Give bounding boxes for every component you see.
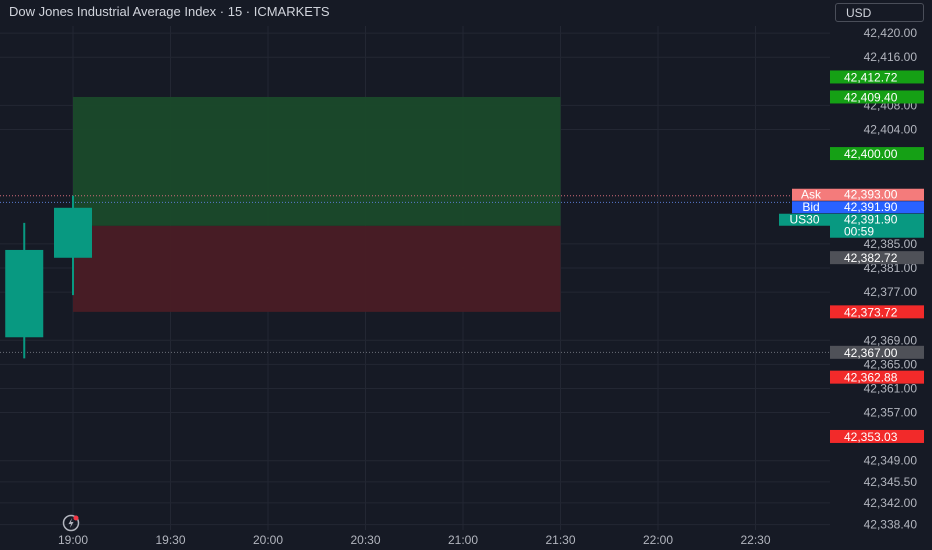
- y-tick-label: 42,420.00: [864, 26, 918, 40]
- price-tag: 42,353.03: [830, 429, 924, 444]
- x-tick-label: 19:30: [155, 533, 185, 547]
- candle-body: [54, 207, 92, 258]
- y-tick-label: 42,404.00: [864, 122, 918, 136]
- x-tick-label: 20:00: [253, 533, 283, 547]
- x-tick-label: 19:00: [58, 533, 88, 547]
- x-tick-label: 20:30: [350, 533, 380, 547]
- quote-tags: Ask 42,393.00Bid 42,391.90US30 42,391.9000:…: [779, 188, 924, 239]
- x-tick-label: 22:00: [643, 533, 673, 547]
- x-tick-label: 22:30: [740, 533, 770, 547]
- x-axis: 19:00 19:30 20:00 20:30 21:00 21:30 22:00 22:30: [58, 533, 771, 547]
- y-tick-label: 42,338.40: [864, 518, 918, 532]
- price-tag-label: 42,362.88: [844, 371, 898, 385]
- price-tag: 42,382.72: [830, 251, 924, 265]
- price-tag-label: 42,400.00: [844, 147, 898, 161]
- bar-countdown: 00:59: [844, 225, 874, 239]
- y-tick-label: 42,385.00: [864, 237, 918, 251]
- x-tick-label: 21:00: [448, 533, 478, 547]
- price-tag: 42,412.72: [830, 70, 924, 84]
- lightning-icon[interactable]: [62, 514, 80, 532]
- y-tick-label: 42,345.50: [864, 475, 918, 489]
- price-tag: 42,373.72: [830, 305, 924, 319]
- price-tag: 42,400.00: [830, 147, 924, 161]
- symbol-label: US30: [789, 213, 819, 227]
- price-tag-label: 42,353.03: [844, 430, 898, 444]
- price-tag: 42,409.40: [830, 90, 924, 104]
- price-tag-label: 42,412.72: [844, 70, 898, 84]
- candle-body: [5, 249, 44, 338]
- price-tag-label: 42,367.00: [844, 346, 898, 360]
- x-tick-label: 21:30: [545, 533, 575, 547]
- price-tag-label: 42,409.40: [844, 90, 898, 104]
- y-tick-label: 42,357.00: [864, 406, 918, 420]
- y-tick-label: 42,377.00: [864, 285, 918, 299]
- loss-zone[interactable]: [73, 225, 561, 312]
- price-chart[interactable]: 42,420.0042,416.0042,408.0042,404.0042,3…: [0, 0, 932, 550]
- profit-zone[interactable]: [73, 96, 561, 226]
- y-tick-label: 42,342.00: [864, 496, 918, 510]
- y-tick-label: 42,349.00: [864, 454, 918, 468]
- candle[interactable]: [5, 222, 44, 359]
- y-tick-label: 42,416.00: [864, 50, 918, 64]
- price-tag-label: 42,373.72: [844, 305, 898, 319]
- price-tag: 42,362.88: [830, 370, 924, 385]
- price-tag: 42,367.00: [830, 345, 924, 360]
- price-tag-label: 42,382.72: [844, 251, 898, 265]
